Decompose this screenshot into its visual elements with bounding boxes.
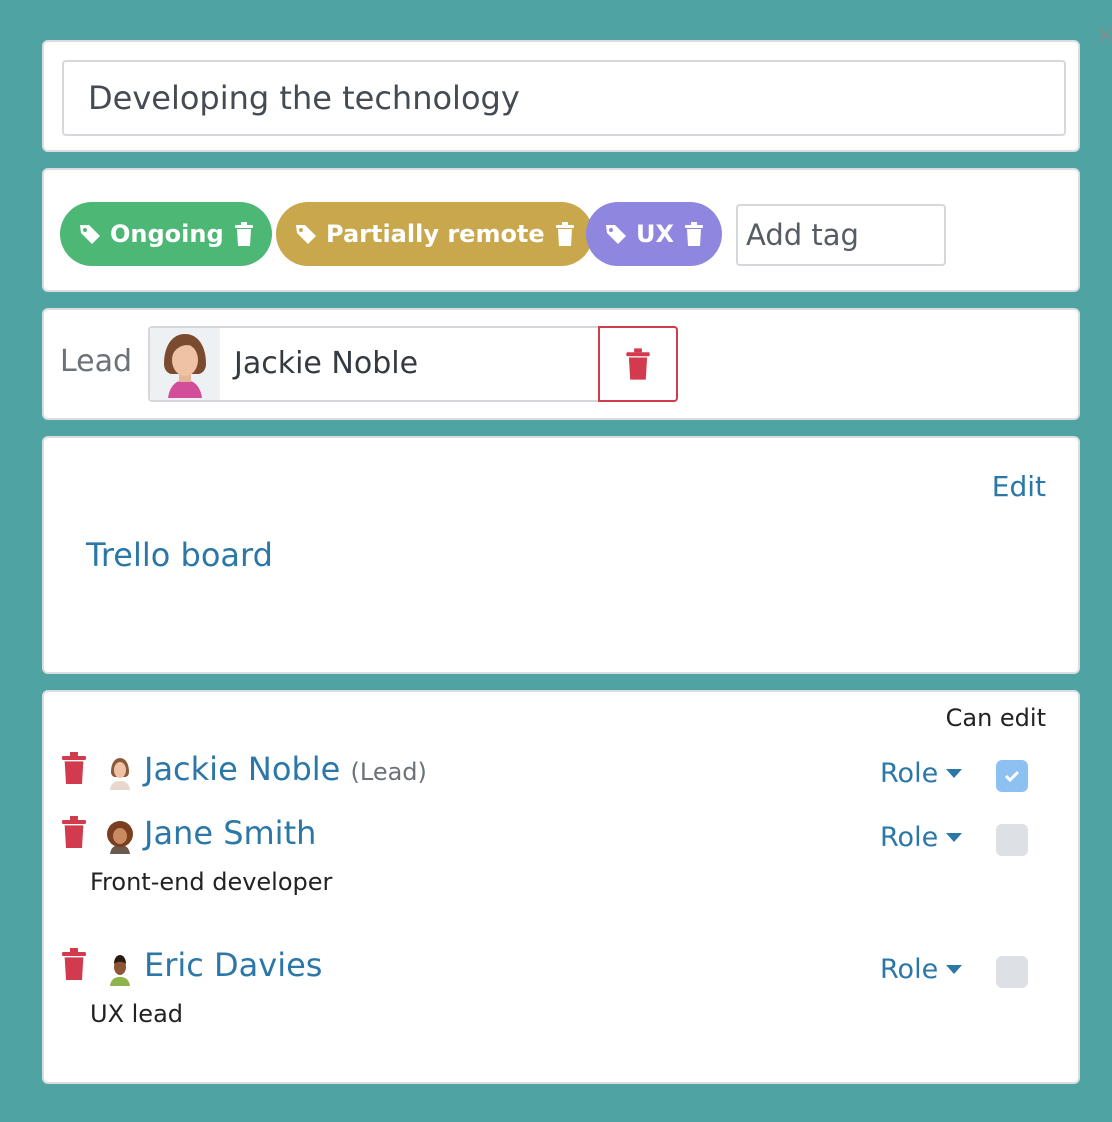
tags-card: Ongoing Partially remote UX Add tag bbox=[42, 168, 1080, 292]
tag-icon bbox=[80, 225, 100, 244]
man-avatar-icon bbox=[104, 950, 136, 986]
trash-icon bbox=[62, 816, 86, 848]
members-card: Can edit Jackie Noble (Lead) Role Jane S… bbox=[42, 690, 1080, 1084]
lead-select[interactable]: Jackie Noble bbox=[148, 326, 602, 402]
member-name[interactable]: Jane Smith bbox=[144, 814, 316, 852]
member-row: Jackie Noble (Lead) Role bbox=[44, 740, 1078, 800]
remove-member-button[interactable] bbox=[60, 752, 88, 788]
tag-icon bbox=[606, 225, 626, 244]
member-name[interactable]: Jackie Noble (Lead) bbox=[144, 750, 427, 788]
member-description: Front-end developer bbox=[90, 868, 333, 896]
role-dropdown[interactable]: Role bbox=[880, 822, 963, 853]
resources-card: Edit Trello board bbox=[42, 436, 1080, 674]
remove-lead-button[interactable] bbox=[598, 326, 678, 402]
tag-label: UX bbox=[636, 220, 674, 248]
trash-icon bbox=[626, 348, 650, 380]
lead-card: Lead Jackie Noble bbox=[42, 308, 1080, 420]
trello-board-link[interactable]: Trello board bbox=[86, 536, 273, 574]
tag-ux[interactable]: UX bbox=[586, 202, 722, 266]
trash-icon[interactable] bbox=[555, 222, 575, 246]
remove-member-button[interactable] bbox=[60, 948, 88, 984]
trash-icon[interactable] bbox=[684, 222, 704, 246]
remove-member-button[interactable] bbox=[60, 816, 88, 852]
edit-link[interactable]: Edit bbox=[992, 470, 1046, 503]
can-edit-checkbox[interactable] bbox=[996, 824, 1028, 856]
member-name[interactable]: Eric Davies bbox=[144, 946, 322, 984]
project-title-input[interactable]: Developing the technology bbox=[62, 60, 1066, 136]
tag-label: Ongoing bbox=[110, 220, 224, 248]
member-row: Jane Smith Role bbox=[44, 804, 1078, 864]
checkmark-icon bbox=[1004, 770, 1020, 783]
woman-avatar-icon bbox=[150, 328, 220, 400]
can-edit-header: Can edit bbox=[945, 704, 1046, 732]
tag-label: Partially remote bbox=[326, 220, 545, 248]
lead-name: Jackie Noble bbox=[234, 346, 419, 381]
tag-partially-remote[interactable]: Partially remote bbox=[276, 202, 593, 266]
lead-label: Lead bbox=[60, 344, 133, 379]
title-card: Developing the technology bbox=[42, 40, 1080, 152]
tag-icon bbox=[296, 225, 316, 244]
tag-ongoing[interactable]: Ongoing bbox=[60, 202, 272, 266]
close-icon[interactable]: × bbox=[1094, 20, 1112, 50]
role-dropdown[interactable]: Role bbox=[880, 758, 963, 789]
curly-hair-avatar-icon bbox=[104, 818, 136, 854]
woman-avatar-icon bbox=[104, 754, 136, 790]
trash-icon[interactable] bbox=[234, 222, 254, 246]
trash-icon bbox=[62, 948, 86, 980]
role-dropdown[interactable]: Role bbox=[880, 954, 963, 985]
can-edit-checkbox[interactable] bbox=[996, 760, 1028, 792]
lead-suffix: (Lead) bbox=[350, 758, 427, 786]
caret-down-icon bbox=[946, 769, 963, 778]
can-edit-checkbox[interactable] bbox=[996, 956, 1028, 988]
member-row: Eric Davies Role bbox=[44, 936, 1078, 996]
member-description: UX lead bbox=[90, 1000, 184, 1028]
add-tag-input[interactable]: Add tag bbox=[736, 204, 946, 266]
trash-icon bbox=[62, 752, 86, 784]
caret-down-icon bbox=[946, 965, 963, 974]
caret-down-icon bbox=[946, 833, 963, 842]
